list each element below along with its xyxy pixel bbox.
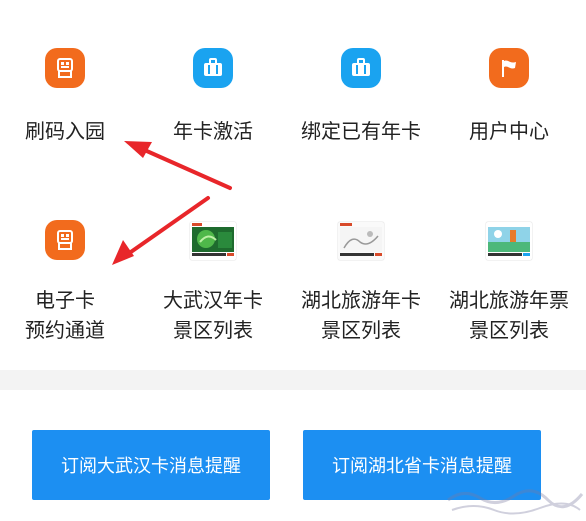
section-divider — [0, 370, 586, 390]
bind-existing-card-item[interactable]: 绑定已有年卡 — [288, 48, 434, 146]
qr-hand-icon — [45, 48, 85, 88]
card-thumb-white — [338, 222, 384, 260]
item-label-line1: 湖北旅游年卡 — [301, 288, 421, 312]
briefcase-icon — [341, 48, 381, 88]
card-thumb-green — [190, 222, 236, 260]
user-center-item[interactable]: 用户中心 — [436, 48, 582, 146]
subscribe-wuhan-card-button[interactable]: 订阅大武汉卡消息提醒 — [32, 430, 270, 500]
item-label-line1: 湖北旅游年票 — [449, 288, 569, 312]
item-label-line1: 电子卡 — [35, 288, 95, 312]
item-label: 绑定已有年卡 — [301, 119, 421, 143]
annual-card-activation-item[interactable]: 年卡激活 — [140, 48, 286, 146]
hubei-card-scenic-list-item[interactable]: 湖北旅游年卡 景区列表 — [288, 222, 434, 345]
item-label-line2: 景区列表 — [469, 318, 549, 342]
item-label-line2: 景区列表 — [173, 318, 253, 342]
service-grid: 刷码入园 年卡激活 绑定已有年卡 用户中心 电子卡 预约通道 大武汉年卡 景区列… — [0, 0, 586, 370]
item-label-line1: 大武汉年卡 — [163, 288, 263, 312]
subscribe-hubei-card-button[interactable]: 订阅湖北省卡消息提醒 — [303, 430, 541, 500]
item-label: 刷码入园 — [25, 119, 105, 143]
e-card-booking-item[interactable]: 电子卡 预约通道 — [0, 220, 138, 345]
wuhan-card-scenic-list-item[interactable]: 大武汉年卡 景区列表 — [140, 222, 286, 345]
item-label: 年卡激活 — [173, 119, 253, 143]
briefcase-icon — [193, 48, 233, 88]
hubei-ticket-scenic-list-item[interactable]: 湖北旅游年票 景区列表 — [436, 222, 582, 345]
scan-code-entry-item[interactable]: 刷码入园 — [0, 48, 138, 146]
item-label-line2: 景区列表 — [321, 318, 401, 342]
qr-hand-icon — [45, 220, 85, 260]
card-thumb-landscape — [486, 222, 532, 260]
flag-icon — [489, 48, 529, 88]
item-label: 用户中心 — [469, 119, 549, 143]
item-label-line2: 预约通道 — [25, 318, 105, 342]
